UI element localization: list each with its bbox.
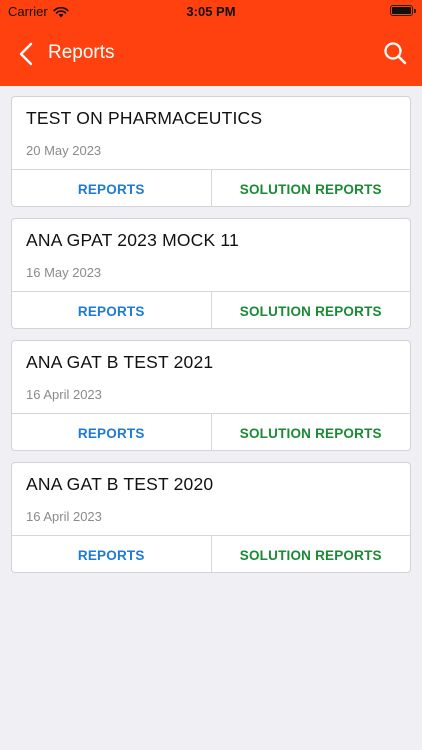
solution-reports-button[interactable]: SOLUTION REPORTS [212, 292, 411, 328]
card-actions: REPORTS SOLUTION REPORTS [12, 169, 411, 206]
reports-button[interactable]: REPORTS [12, 170, 212, 206]
test-title: TEST ON PHARMACEUTICS [26, 108, 263, 128]
page-title: Reports [48, 42, 115, 63]
card-actions: REPORTS SOLUTION REPORTS [12, 413, 411, 450]
test-title: ANA GAT B TEST 2020 [26, 474, 214, 494]
nav-bar: Reports [0, 22, 422, 86]
test-title: ANA GPAT 2023 MOCK 11 [26, 230, 239, 250]
test-date: 16 April 2023 [26, 387, 102, 402]
battery-icon [390, 5, 416, 16]
test-date: 16 April 2023 [26, 509, 102, 524]
solution-reports-button[interactable]: SOLUTION REPORTS [212, 414, 411, 450]
status-bar: Carrier 3:05 PM [0, 0, 422, 22]
reports-button[interactable]: REPORTS [12, 536, 212, 572]
solution-reports-button[interactable]: SOLUTION REPORTS [212, 536, 411, 572]
status-time: 3:05 PM [186, 4, 236, 19]
reports-button[interactable]: REPORTS [12, 414, 212, 450]
solution-reports-button[interactable]: SOLUTION REPORTS [212, 170, 411, 206]
search-icon [384, 42, 407, 65]
back-button[interactable] [12, 38, 40, 70]
reports-button[interactable]: REPORTS [12, 292, 212, 328]
report-list: TEST ON PHARMACEUTICS 20 May 2023 REPORT… [11, 96, 411, 584]
test-date: 20 May 2023 [26, 143, 102, 158]
test-card: TEST ON PHARMACEUTICS 20 May 2023 REPORT… [11, 96, 411, 207]
test-card: ANA GAT B TEST 2020 16 April 2023 REPORT… [11, 462, 411, 573]
card-actions: REPORTS SOLUTION REPORTS [12, 291, 411, 328]
test-date: 16 May 2023 [26, 265, 102, 280]
search-button[interactable] [380, 38, 410, 68]
card-actions: REPORTS SOLUTION REPORTS [12, 535, 411, 572]
test-card: ANA GPAT 2023 MOCK 11 16 May 2023 REPORT… [11, 218, 411, 329]
test-card: ANA GAT B TEST 2021 16 April 2023 REPORT… [11, 340, 411, 451]
chevron-left-icon [19, 42, 33, 66]
app-screen: Carrier 3:05 PM Reports TEST ON PHARMACE… [0, 0, 422, 750]
test-title: ANA GAT B TEST 2021 [26, 352, 214, 372]
